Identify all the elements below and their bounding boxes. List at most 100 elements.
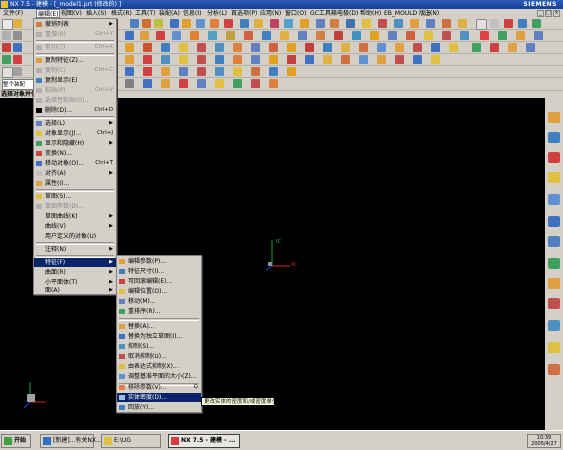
open-file-icon[interactable]: [13, 19, 22, 28]
snap-icon[interactable]: [532, 19, 541, 28]
wave-icon[interactable]: [197, 55, 206, 64]
pad-icon[interactable]: [254, 19, 263, 28]
styled-blend-icon[interactable]: [490, 43, 499, 52]
undo-icon[interactable]: [2, 31, 11, 40]
menu-item-copy[interactable]: 复制(C) Ctrl+C: [34, 66, 116, 75]
menu-item-edit-params[interactable]: 编辑参数(P)...: [117, 257, 201, 266]
sketch-icon[interactable]: [280, 31, 289, 40]
view-triad-icon[interactable]: [125, 79, 134, 88]
draft-icon[interactable]: [394, 19, 403, 28]
menu-item-suppress-expression[interactable]: 由表达式抑制(X)...: [117, 362, 201, 371]
menu-item-curve[interactable]: 曲线(V) ▶: [34, 222, 116, 231]
restore-icon[interactable]: □: [545, 10, 552, 17]
zoom-icon[interactable]: [140, 31, 149, 40]
i-form-icon[interactable]: [526, 43, 535, 52]
menu-item-face[interactable]: 面(A) ▶: [34, 286, 116, 295]
view-trimetric-icon[interactable]: [215, 79, 224, 88]
taskbar-button-folder[interactable]: E:\UG: [101, 434, 161, 448]
minimize-icon[interactable]: _: [537, 10, 544, 17]
point-icon[interactable]: [352, 31, 361, 40]
view-bottom-icon[interactable]: [251, 79, 260, 88]
spline-icon[interactable]: [406, 31, 415, 40]
menu-item-properties[interactable]: 属性(I)...: [34, 179, 116, 188]
palette-icon[interactable]: [548, 364, 560, 375]
patch-icon[interactable]: [143, 43, 152, 52]
menu-item-move[interactable]: 移动(M)...: [117, 297, 201, 306]
thicken-icon[interactable]: [179, 43, 188, 52]
menu-item-sketch-params[interactable]: 草图参数(D)...: [34, 202, 116, 211]
through-curves-icon[interactable]: [498, 31, 507, 40]
boss-icon[interactable]: [224, 19, 233, 28]
sphere-icon[interactable]: [196, 19, 205, 28]
cone-icon[interactable]: [182, 19, 191, 28]
taskbar-button-note[interactable]: [新建]...有关NX...: [40, 434, 102, 448]
measure-icon[interactable]: [504, 19, 513, 28]
view-back-icon[interactable]: [233, 79, 242, 88]
revolve-icon[interactable]: [154, 19, 163, 28]
menu-item-sketch-curve[interactable]: 草图曲线(K) ▶: [34, 212, 116, 221]
slot-icon[interactable]: [270, 19, 279, 28]
menu-edit[interactable]: 编辑(E): [36, 9, 61, 18]
menu-tools[interactable]: 工具(T): [134, 9, 156, 18]
menu-electrode[interactable]: 电极(D): [336, 9, 359, 18]
menu-item-undo-list[interactable]: 撤销列表 ▶: [34, 20, 116, 29]
menu-item-show-hide[interactable]: 显示和隐藏(H) ▶: [34, 139, 116, 148]
menu-item-edit-position[interactable]: 编辑位置(O)...: [117, 287, 201, 296]
menu-item-redo[interactable]: 重做(R) Ctrl+Y: [34, 30, 116, 39]
n-sided-icon[interactable]: [449, 43, 458, 52]
animation-icon[interactable]: [323, 55, 332, 64]
pocket-icon[interactable]: [240, 19, 249, 28]
history-icon[interactable]: [548, 236, 560, 247]
menu-item-annotation[interactable]: 注释(N) ▶: [34, 245, 116, 254]
hd3d-tools-icon[interactable]: [548, 194, 560, 205]
analysis-icon[interactable]: [518, 19, 527, 28]
material-icon[interactable]: [377, 55, 386, 64]
unite-icon[interactable]: [300, 19, 309, 28]
menu-gc-toolbox[interactable]: GC工具箱: [309, 9, 338, 18]
taskbar-button-nx[interactable]: NX 7.5 - 建模 - ...: [168, 434, 240, 448]
offset-surface-icon[interactable]: [413, 43, 422, 52]
menu-item-paste-special[interactable]: 选择性粘贴(O)...: [34, 96, 116, 105]
edit-feature-icon[interactable]: [125, 55, 134, 64]
menu-item-select[interactable]: 选择(L) ▶: [34, 119, 116, 128]
draft-body-icon[interactable]: [305, 43, 314, 52]
menu-item-rollback-edit[interactable]: 可回滚编辑(E)...: [117, 277, 201, 286]
menu-format[interactable]: 格式(R): [110, 9, 133, 18]
close-icon[interactable]: ×: [553, 10, 560, 17]
menu-item-transform[interactable]: 变换(N)...: [34, 149, 116, 158]
cylinder-icon[interactable]: [170, 19, 179, 28]
view-front-icon[interactable]: [143, 79, 152, 88]
trim-body-icon[interactable]: [410, 19, 419, 28]
extend-icon[interactable]: [395, 43, 404, 52]
studio-surface-icon[interactable]: [472, 43, 481, 52]
assembly-navigator-icon[interactable]: [548, 112, 560, 123]
intersect-curve-icon[interactable]: [460, 31, 469, 40]
block-icon[interactable]: [130, 19, 139, 28]
snap-existing-icon[interactable]: [233, 67, 242, 76]
sew-icon[interactable]: [161, 43, 170, 52]
menu-item-sketch[interactable]: 草图(S)...: [34, 192, 116, 201]
offset-curve-icon[interactable]: [424, 31, 433, 40]
menu-item-paste[interactable]: 粘贴(P) Ctrl+V: [34, 86, 116, 95]
bounded-plane-icon[interactable]: [534, 31, 543, 40]
expression-icon[interactable]: [161, 55, 170, 64]
layer-icon[interactable]: [476, 19, 487, 30]
part-family-icon[interactable]: [215, 55, 224, 64]
journal-icon[interactable]: [269, 55, 278, 64]
line-icon[interactable]: [370, 31, 379, 40]
web-browser-icon[interactable]: [548, 216, 560, 227]
view-left-icon[interactable]: [269, 79, 278, 88]
groove-icon[interactable]: [284, 19, 293, 28]
menu-insert[interactable]: 插入(S): [85, 9, 108, 18]
menu-item-copy-feature[interactable]: 复制特征(Z)...: [34, 56, 116, 65]
arc-icon[interactable]: [388, 31, 397, 40]
menu-item-user-defined[interactable]: 用户定义的对象(U): [34, 232, 116, 241]
red-tool-icon[interactable]: [13, 55, 22, 64]
extract-icon[interactable]: [125, 43, 134, 52]
menu-item-replace-sketch[interactable]: 替换为独立草图(I)...: [117, 332, 201, 341]
wireframe-icon[interactable]: [208, 31, 217, 40]
part-navigator-icon[interactable]: [548, 152, 560, 163]
reuse-library-icon[interactable]: [548, 172, 560, 183]
snap-control-icon[interactable]: [197, 67, 206, 76]
blend-icon[interactable]: [346, 19, 355, 28]
